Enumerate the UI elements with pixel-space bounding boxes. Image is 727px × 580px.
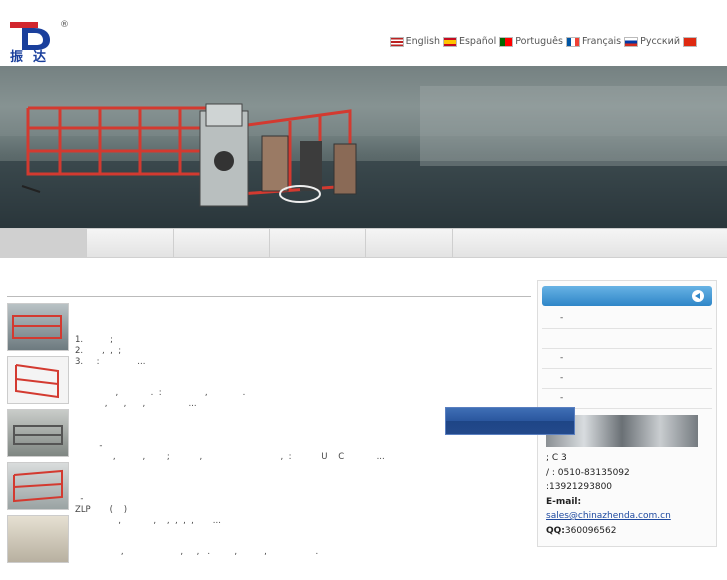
hero-banner [0, 66, 727, 228]
nav-item-5[interactable] [366, 229, 453, 257]
pt-flag-icon [499, 36, 514, 47]
logo-text: 振达 [10, 50, 57, 65]
product-thumbnail[interactable] [7, 356, 69, 404]
list-item[interactable]: , . : , . , , , ... [7, 356, 531, 409]
us-flag-icon [389, 36, 404, 47]
cn-flag-icon [683, 36, 697, 47]
sidebar-item[interactable] [542, 329, 712, 349]
es-flag-icon [442, 36, 457, 47]
product-thumbnail[interactable] [7, 462, 69, 510]
contact-address: ; C 3 [546, 453, 567, 463]
company-logo[interactable]: ® 振达 [10, 20, 70, 65]
nav-item-3[interactable] [174, 229, 270, 257]
list-item[interactable]: - ZLP ( ) , , , , , , ... [7, 462, 531, 526]
language-switcher: English Español Português Français Русск… [389, 36, 699, 47]
lang-francais[interactable]: Français [565, 36, 621, 47]
nav-item-1[interactable] [0, 229, 87, 257]
sidebar-list: - - - - [542, 309, 712, 409]
suspended-platform-image [0, 66, 727, 228]
lang-portugues[interactable]: Português [499, 36, 563, 47]
floating-panel[interactable] [445, 407, 575, 435]
email-label: E-mail: [546, 496, 582, 507]
contact-info: ; C 3 / : 0510-83135092 :13921293800 E-m… [546, 451, 671, 538]
lang-english[interactable]: English [389, 36, 440, 47]
lang-espanol[interactable]: Español [442, 36, 496, 47]
product-thumbnail[interactable] [7, 409, 69, 457]
list-item[interactable]: , , , . , , . [7, 515, 531, 565]
nav-item-4[interactable] [270, 229, 366, 257]
sidebar-item[interactable]: - [542, 309, 712, 329]
sidebar-item[interactable]: - [542, 369, 712, 389]
list-item[interactable]: 1. ; 2. , , ; 3. : ... [7, 303, 531, 367]
ru-flag-icon [624, 36, 639, 47]
main-nav [0, 228, 727, 258]
product-thumbnail[interactable] [7, 303, 69, 351]
contact-phone: / : 0510-83135092 [546, 467, 630, 478]
chevron-left-icon[interactable] [692, 290, 704, 302]
sidebar-header [542, 286, 712, 306]
sidebar-item[interactable]: - [542, 349, 712, 369]
contact-qq: QQ:360096562 [546, 525, 617, 536]
lang-chinese[interactable] [683, 36, 699, 47]
section-divider [7, 296, 531, 297]
header: ® 振达 English Español Português Français … [0, 0, 727, 66]
product-thumbnail[interactable] [7, 515, 69, 563]
fr-flag-icon [565, 36, 580, 47]
nav-item-2[interactable] [87, 229, 174, 257]
contact-mobile: :13921293800 [546, 482, 613, 492]
registered-mark: ® [60, 20, 69, 30]
sidebar-item[interactable]: - [542, 389, 712, 409]
email-link[interactable]: sales@chinazhenda.com.cn [546, 509, 671, 524]
lang-russian[interactable]: Русский [624, 36, 680, 47]
